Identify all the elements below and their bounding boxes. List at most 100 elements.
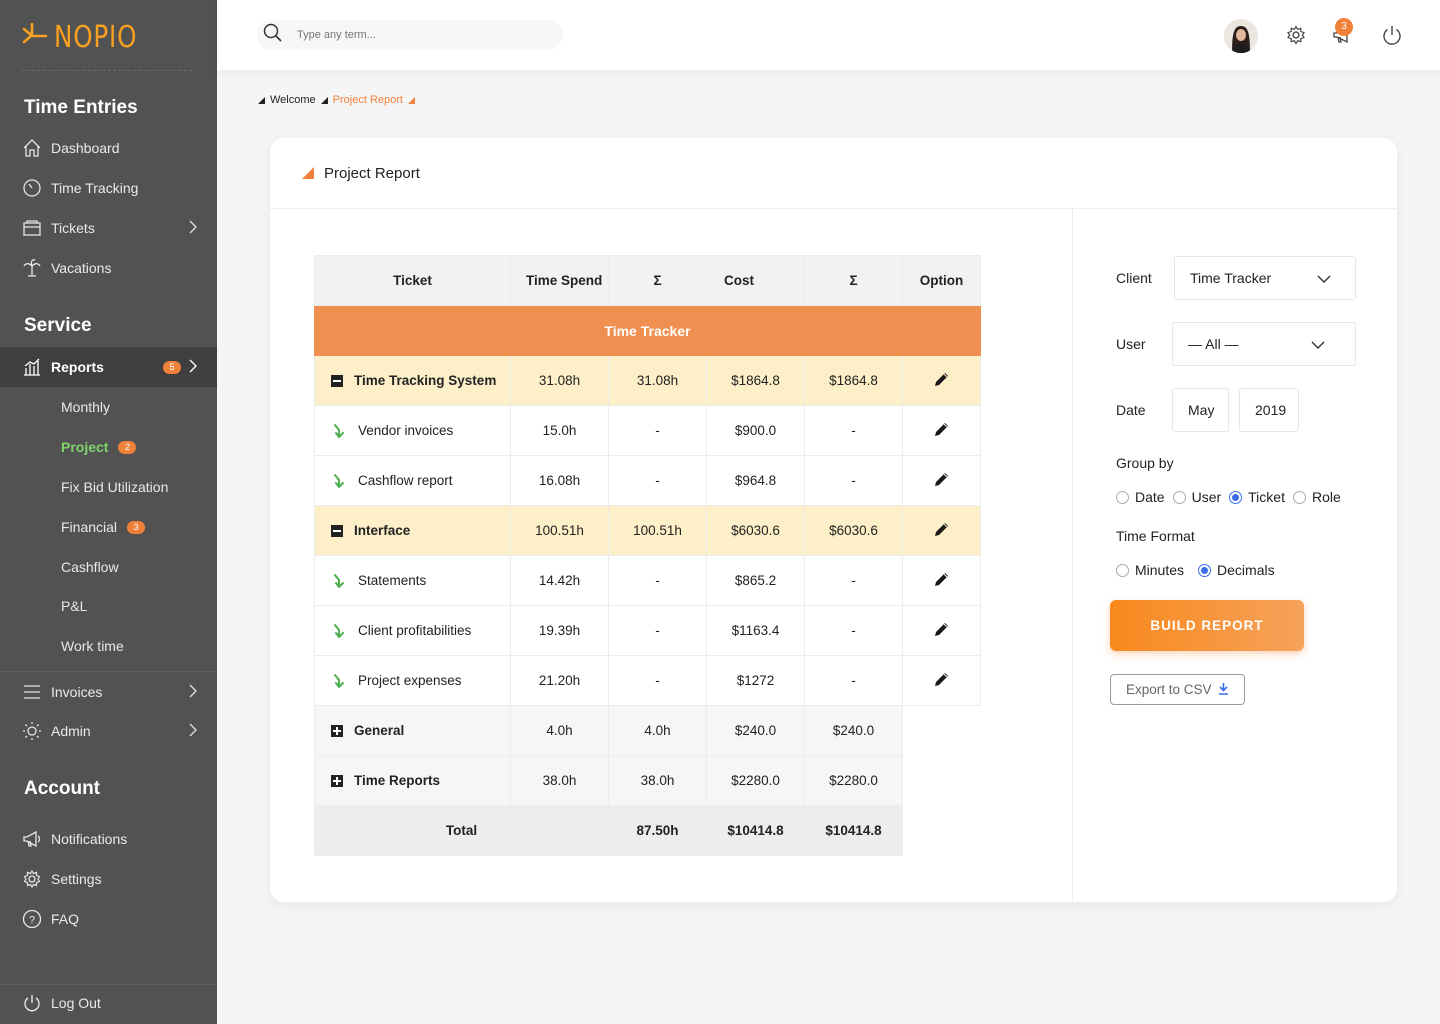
date-year-select[interactable]: 2019 [1239, 388, 1299, 432]
radio-button[interactable] [1172, 490, 1186, 504]
group-by-date-option[interactable]: Date [1116, 489, 1165, 505]
cost-sum-cell: - [804, 405, 903, 456]
sidebar-subitem-work-time[interactable]: Work time [0, 626, 217, 666]
radio-button[interactable] [1292, 490, 1306, 504]
subtask-arrow-icon [332, 623, 348, 639]
cost-cell: $1272 [706, 655, 805, 706]
ticket-cell: Cashflow report [314, 455, 511, 506]
total-time-sum: 87.50h [608, 805, 707, 856]
radio-button[interactable] [1116, 490, 1129, 504]
sidebar-item-reports[interactable]: Reports 5 [0, 347, 217, 387]
sidebar-item-invoices[interactable]: Invoices [0, 671, 217, 711]
report-table: Ticket Time Spend Σ Cost Σ Option Time T… [314, 255, 981, 856]
power-icon[interactable] [1381, 24, 1403, 46]
search-input[interactable] [297, 29, 537, 41]
subtask-arrow-icon [332, 673, 348, 689]
sidebar-item-settings[interactable]: Settings [0, 859, 217, 899]
group-by-role-option[interactable]: Role [1292, 489, 1341, 505]
radio-button[interactable] [1116, 563, 1129, 577]
sidebar-subitem-monthly[interactable]: Monthly [0, 387, 217, 427]
export-csv-label: Export to CSV [1126, 682, 1212, 697]
build-report-button[interactable]: BUILD REPORT [1110, 600, 1304, 651]
time-format-minutes-option[interactable]: Minutes [1116, 562, 1184, 578]
table-row: Project expenses 21.20h - $1272 - [314, 655, 981, 706]
sidebar-item-label: Settings [51, 871, 102, 887]
radio-label: Role [1311, 489, 1341, 505]
time-cell: 14.42h [510, 555, 609, 606]
search-bar[interactable] [257, 20, 563, 50]
chevron-right-icon [189, 723, 197, 740]
logo[interactable]: NOPIO [22, 18, 156, 56]
cost-sum-cell: $6030.6 [804, 505, 903, 556]
sidebar-subitem-label: Work time [61, 638, 124, 654]
header-cost[interactable]: Cost [706, 255, 805, 306]
cost-sum-cell: $240.0 [804, 705, 903, 756]
breadcrumb-home[interactable]: Welcome [270, 94, 316, 106]
collapse-icon[interactable] [331, 524, 343, 537]
pencil-icon[interactable] [934, 421, 950, 437]
pencil-icon[interactable] [934, 371, 950, 387]
sidebar-item-dashboard[interactable]: Dashboard [0, 128, 217, 168]
time-format-decimals-option[interactable]: Decimals [1198, 562, 1275, 578]
group-banner: Time Tracker [314, 305, 981, 356]
radio-button-selected[interactable] [1198, 563, 1212, 577]
sidebar-item-label: Admin [51, 723, 91, 739]
group-by-ticket-option[interactable]: Ticket [1229, 489, 1285, 505]
option-cell [902, 605, 981, 656]
pencil-icon[interactable] [934, 521, 950, 537]
chevron-right-icon [189, 684, 197, 701]
sidebar-item-tickets[interactable]: Tickets [0, 208, 217, 248]
logout-button[interactable]: Log Out [0, 983, 217, 1023]
sidebar-item-label: Reports [51, 359, 104, 375]
breadcrumb-triangle-icon [407, 96, 415, 104]
user-select[interactable]: — All — [1172, 322, 1356, 366]
table-row: Interface 100.51h 100.51h $6030.6 $6030.… [314, 505, 981, 556]
pencil-icon[interactable] [934, 471, 950, 487]
export-csv-button[interactable]: Export to CSV [1110, 674, 1245, 705]
time-cell: 38.0h [510, 755, 609, 806]
ticket-name: Time Reports [354, 773, 441, 788]
group-by-user-option[interactable]: User [1172, 489, 1221, 505]
expand-icon[interactable] [331, 724, 343, 737]
table-row: Time Reports 38.0h 38.0h $2280.0 $2280.0 [314, 755, 981, 806]
subtask-arrow-icon [332, 423, 348, 439]
power-icon [22, 993, 42, 1013]
sidebar-item-admin[interactable]: Admin [0, 711, 217, 751]
time-sum-cell: - [608, 555, 707, 606]
time-sum-cell: - [608, 605, 707, 656]
table-row: General 4.0h 4.0h $240.0 $240.0 [314, 705, 981, 756]
sidebar-subitem-project[interactable]: Project 2 [0, 427, 217, 467]
topbar: 3 [217, 0, 1440, 70]
sidebar-item-notifications[interactable]: Notifications [0, 819, 217, 859]
sidebar: NOPIO Time Entries Dashboard Time Tracki… [0, 0, 217, 1024]
group-by-radio-group: Date User Ticket Role [1116, 489, 1349, 505]
ticket-cell: Vendor invoices [314, 405, 511, 456]
gear-icon [22, 869, 42, 889]
collapse-icon[interactable] [331, 374, 343, 387]
sidebar-subitem-financial[interactable]: Financial 3 [0, 507, 217, 547]
header-ticket[interactable]: Ticket [314, 255, 511, 306]
sidebar-item-time-tracking[interactable]: Time Tracking [0, 168, 217, 208]
sidebar-item-label: Invoices [51, 683, 103, 700]
sidebar-item-faq[interactable]: ? FAQ [0, 899, 217, 939]
radio-button-selected[interactable] [1229, 490, 1243, 504]
sidebar-subitem-pl[interactable]: P&L [0, 586, 217, 626]
ticket-name: Vendor invoices [358, 423, 454, 438]
sidebar-item-vacations[interactable]: Vacations [0, 248, 217, 288]
gear-icon[interactable] [1285, 24, 1307, 46]
pencil-icon[interactable] [934, 671, 950, 687]
total-row: Total 87.50h $10414.8 $10414.8 [314, 805, 981, 856]
date-month-select[interactable]: May [1172, 388, 1229, 432]
download-icon [1218, 682, 1229, 698]
avatar[interactable] [1224, 19, 1258, 53]
pencil-icon[interactable] [934, 571, 950, 587]
sidebar-subitem-cashflow[interactable]: Cashflow [0, 547, 217, 587]
header-time-spend[interactable]: Time Spend [510, 255, 609, 306]
subtask-arrow-icon [332, 473, 348, 489]
expand-icon[interactable] [331, 774, 343, 787]
client-select[interactable]: Time Tracker [1174, 256, 1356, 300]
sidebar-subitem-fix-bid-utilization[interactable]: Fix Bid Utilization [0, 467, 217, 507]
subtask-arrow-icon [332, 573, 348, 589]
table-header-row: Ticket Time Spend Σ Cost Σ Option [314, 255, 981, 306]
pencil-icon[interactable] [934, 621, 950, 637]
